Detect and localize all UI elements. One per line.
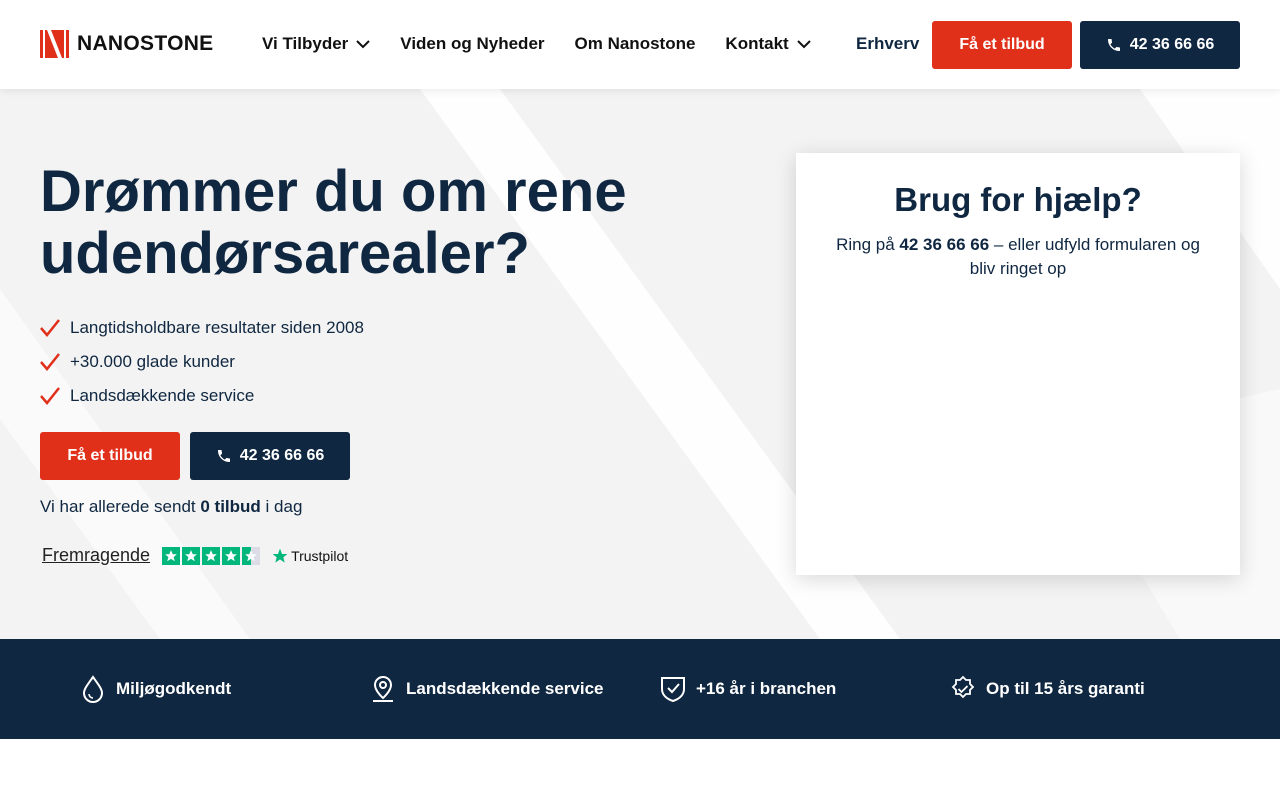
quotes-sent-text: Vi har allerede sendt 0 tilbud i dag <box>40 497 302 517</box>
nav-item-label: Kontakt <box>725 34 789 53</box>
hero-quote-button[interactable]: Få et tilbud <box>40 432 180 480</box>
checkmark-icon <box>40 353 60 371</box>
phone-icon <box>1107 39 1120 51</box>
sent-prefix: Vi har allerede sendt <box>40 497 201 516</box>
header-quote-button[interactable]: Få et tilbud <box>932 21 1072 69</box>
list-item: Landsdækkende service <box>40 379 364 413</box>
trustpilot-star <box>222 546 241 565</box>
hero-phone-button[interactable]: 42 36 66 66 <box>190 432 350 480</box>
usp-label: +16 år i branchen <box>696 679 837 698</box>
location-pin-icon <box>373 675 393 702</box>
usp-item-years: +16 år i branchen <box>660 675 836 703</box>
usp-item-miljo: Miljøgodkendt <box>80 675 231 703</box>
erhverv-link[interactable]: Erhverv <box>856 34 919 54</box>
main-nav: Vi Tilbyder Viden og Nyheder Om Nanoston… <box>262 34 811 54</box>
nav-item-vi-tilbyder[interactable]: Vi Tilbyder <box>262 34 371 54</box>
usp-label: Op til 15 års garanti <box>986 679 1145 698</box>
help-phone[interactable]: 42 36 66 66 <box>899 235 989 254</box>
usp-bar: Miljøgodkendt Landsdækkende service +16 … <box>0 639 1280 739</box>
star-icon <box>205 549 217 561</box>
list-item: +30.000 glade kunder <box>40 345 364 379</box>
star-icon <box>245 549 257 561</box>
sent-suffix: i dag <box>260 497 303 516</box>
help-card: Brug for hjælp? Ring på 42 36 66 66 – el… <box>796 153 1240 575</box>
list-item: Langtidsholdbare resultater siden 2008 <box>40 311 364 345</box>
trustpilot-star <box>182 546 201 565</box>
badge-check-icon <box>951 675 975 699</box>
trustpilot-brand-text: Trustpilot <box>291 547 349 564</box>
star-icon <box>272 548 288 563</box>
chevron-down-icon <box>796 40 811 49</box>
trustpilot-star <box>202 546 221 565</box>
help-card-title: Brug for hjælp? <box>894 181 1142 218</box>
trustpilot-star <box>162 546 181 565</box>
trustpilot-widget[interactable]: Fremragende Trustpilot <box>42 545 348 566</box>
hero-section: Drømmer du om rene udendørsarealer? Lang… <box>0 89 1280 639</box>
usp-item-guarantee: Op til 15 års garanti <box>950 675 1145 703</box>
help-text-prefix: Ring på <box>836 235 900 254</box>
shield-check-icon <box>661 677 685 703</box>
hero-title: Drømmer du om rene udendørsarealer? <box>40 159 627 286</box>
trustpilot-brand: Trustpilot <box>272 548 348 564</box>
checkmark-icon <box>40 319 60 337</box>
button-label: Få et tilbud <box>959 36 1045 53</box>
benefit-text: Landsdækkende service <box>70 386 255 405</box>
benefits-list: Langtidsholdbare resultater siden 2008 +… <box>40 311 364 413</box>
site-header: NANOSTONE Vi Tilbyder Viden og Nyheder O… <box>0 0 1280 89</box>
nav-item-om-nanostone[interactable]: Om Nanostone <box>575 34 696 54</box>
benefit-text: Langtidsholdbare resultater siden 2008 <box>70 318 364 337</box>
header-phone-button[interactable]: 42 36 66 66 <box>1080 21 1240 69</box>
usp-item-service: Landsdækkende service <box>370 675 603 703</box>
chevron-down-icon <box>356 40 371 49</box>
trustpilot-star <box>242 546 261 565</box>
star-icon <box>165 549 177 561</box>
nav-item-viden-og-nyheder[interactable]: Viden og Nyheder <box>400 34 544 54</box>
logo-text: NANOSTONE <box>77 32 214 55</box>
logo[interactable]: NANOSTONE <box>40 30 214 58</box>
checkmark-icon <box>40 387 60 405</box>
star-icon <box>225 549 237 561</box>
usp-label: Miljøgodkendt <box>116 679 232 698</box>
nav-item-label: Viden og Nyheder <box>400 34 545 53</box>
trustpilot-rating-label[interactable]: Fremragende <box>42 545 150 566</box>
nav-item-label: Om Nanostone <box>574 34 696 53</box>
usp-label: Landsdækkende service <box>406 679 604 698</box>
sent-count: 0 tilbud <box>200 497 261 516</box>
button-label: Få et tilbud <box>67 447 153 464</box>
star-icon <box>185 549 197 561</box>
benefit-text: +30.000 glade kunder <box>70 352 235 371</box>
help-text-suffix: – eller udfyld formularen og bliv ringet… <box>969 235 1200 278</box>
phone-icon <box>217 450 230 462</box>
drop-icon <box>82 675 104 703</box>
button-label: 42 36 66 66 <box>1129 36 1215 53</box>
help-card-text: Ring på 42 36 66 66 – eller udfyld formu… <box>833 233 1203 281</box>
nav-item-kontakt[interactable]: Kontakt <box>725 34 811 54</box>
trustpilot-stars <box>162 546 261 565</box>
button-label: 42 36 66 66 <box>239 447 325 464</box>
nanostone-logo-icon <box>40 30 69 58</box>
nav-item-label: Vi Tilbyder <box>262 34 349 53</box>
